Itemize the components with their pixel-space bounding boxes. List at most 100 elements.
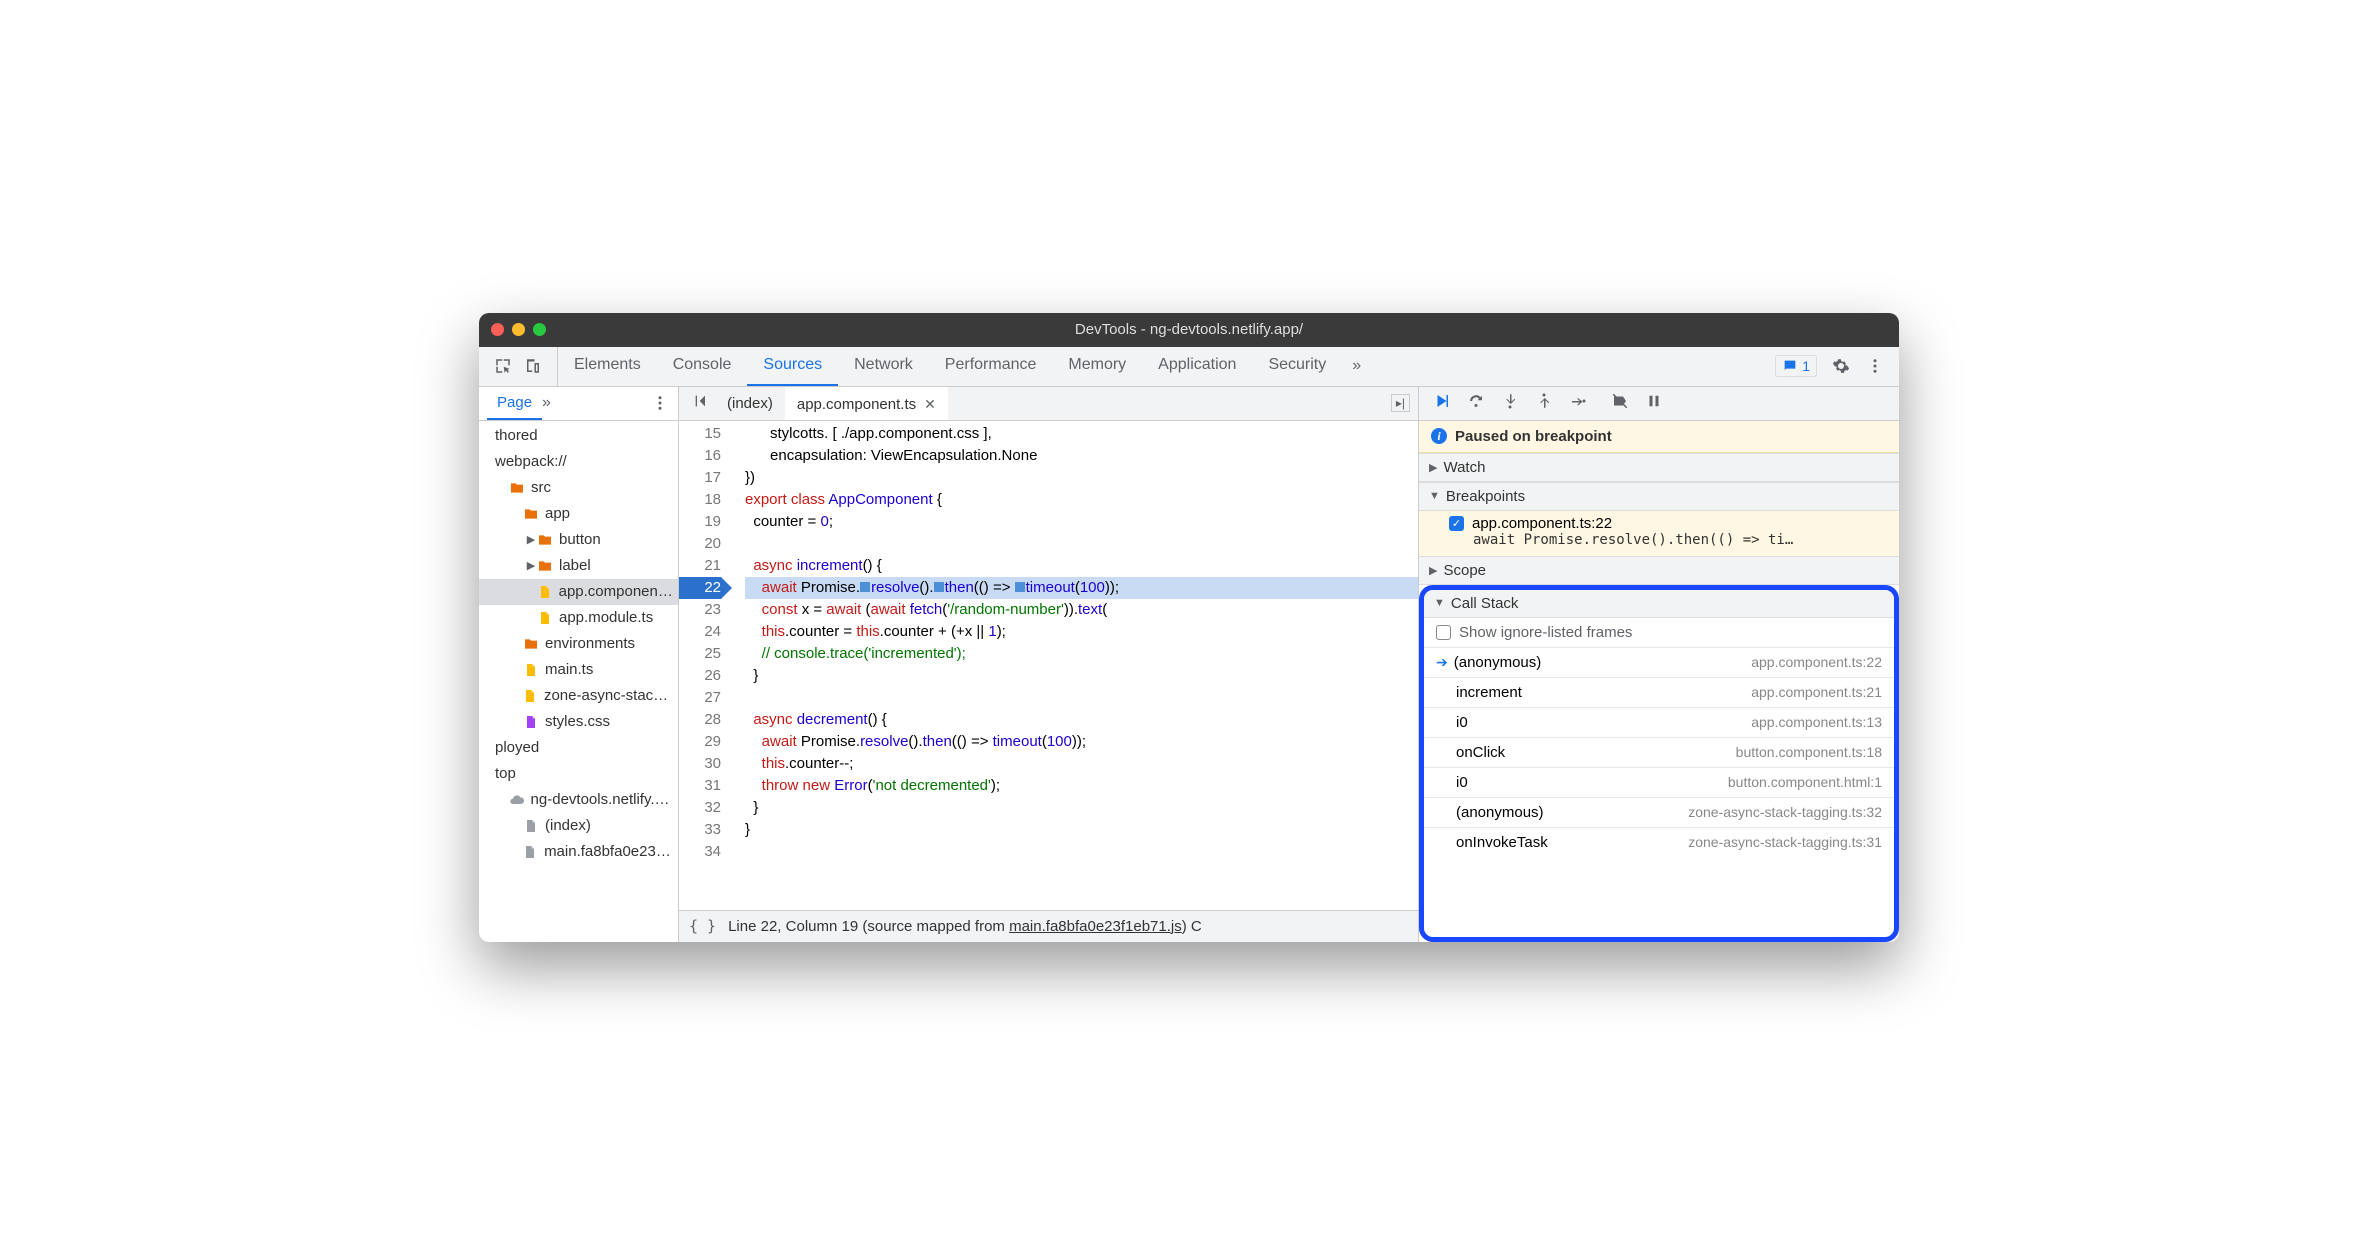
status-text: (source mapped from (862, 918, 1009, 935)
tree-item[interactable]: app.module.ts (479, 605, 678, 631)
paused-banner: i Paused on breakpoint (1419, 421, 1899, 453)
callstack-frame[interactable]: onInvokeTaskzone-async-stack-tagging.ts:… (1424, 827, 1894, 857)
issues-badge[interactable]: 1 (1775, 355, 1817, 377)
sidebar-tabs-overflow-icon[interactable]: » (542, 394, 551, 412)
tree-item[interactable]: ployed (479, 735, 678, 761)
debugger-toolbar (1419, 387, 1899, 421)
tree-item[interactable]: app.component.ts (479, 579, 678, 605)
folder-icon (537, 532, 553, 548)
step-icon[interactable] (1569, 392, 1587, 414)
folder-icon (523, 506, 539, 522)
scope-panel-header[interactable]: ▶Scope (1419, 556, 1899, 585)
callstack-frame[interactable]: ➔(anonymous)app.component.ts:22 (1424, 647, 1894, 677)
callstack-frame[interactable]: (anonymous)zone-async-stack-tagging.ts:3… (1424, 797, 1894, 827)
callstack-frame[interactable]: i0button.component.html:1 (1424, 767, 1894, 797)
main-tab-sources[interactable]: Sources (747, 347, 838, 386)
debugger-pane: i Paused on breakpoint ▶Watch ▼Breakpoin… (1419, 387, 1899, 942)
tree-item[interactable]: styles.css (479, 709, 678, 735)
folder-icon (523, 636, 539, 652)
breakpoint-item[interactable]: ✓ app.component.ts:22 await Promise.reso… (1419, 511, 1899, 556)
callstack-highlight-box: ▼Call Stack Show ignore-listed frames ➔(… (1419, 585, 1899, 942)
file-icon (523, 818, 539, 834)
callstack-frame[interactable]: incrementapp.component.ts:21 (1424, 677, 1894, 707)
main-tab-console[interactable]: Console (657, 347, 748, 386)
folder-icon (537, 558, 553, 574)
show-ignore-listed-option[interactable]: Show ignore-listed frames (1424, 618, 1894, 647)
issues-icon (1782, 358, 1798, 374)
file-icon (537, 584, 553, 600)
nav-back-icon[interactable] (687, 393, 715, 414)
device-toggle-icon[interactable] (523, 356, 543, 376)
callstack-frame[interactable]: onClickbutton.component.ts:18 (1424, 737, 1894, 767)
current-frame-icon: ➔ (1436, 654, 1448, 671)
tree-item[interactable]: ng-devtools.netlify.app (479, 787, 678, 813)
file-icon (522, 688, 538, 704)
tree-item[interactable]: ▶button (479, 527, 678, 553)
tree-item[interactable]: thored (479, 423, 678, 449)
folder-icon (509, 480, 525, 496)
callstack-frame[interactable]: i0app.component.ts:13 (1424, 707, 1894, 737)
tree-item[interactable]: top (479, 761, 678, 787)
file-icon (537, 610, 553, 626)
more-icon[interactable] (1865, 356, 1885, 376)
devtools-window: DevTools - ng-devtools.netlify.app/ Elem… (479, 313, 1899, 942)
tree-item[interactable]: (index) (479, 813, 678, 839)
tree-item[interactable]: zone-async-stack-tag (479, 683, 678, 709)
main-tab-application[interactable]: Application (1142, 347, 1252, 386)
maximize-window-button[interactable] (533, 323, 546, 336)
tree-item[interactable]: app (479, 501, 678, 527)
titlebar: DevTools - ng-devtools.netlify.app/ (479, 313, 1899, 347)
pause-exceptions-icon[interactable] (1645, 392, 1663, 414)
editor-tab-label: app.component.ts (797, 396, 916, 413)
tree-item[interactable]: webpack:// (479, 449, 678, 475)
inspect-element-icon[interactable] (493, 356, 513, 376)
editor-tab-label: (index) (727, 395, 773, 412)
pretty-print-icon[interactable]: { } (689, 917, 716, 935)
file-icon (523, 714, 539, 730)
tree-item[interactable]: ▶label (479, 553, 678, 579)
main-tab-elements[interactable]: Elements (558, 347, 657, 386)
sidebar-more-icon[interactable] (650, 393, 670, 413)
show-ignore-listed-checkbox[interactable] (1436, 625, 1451, 640)
tree-item[interactable]: environments (479, 631, 678, 657)
main-tab-security[interactable]: Security (1252, 347, 1342, 386)
close-tab-icon[interactable]: ✕ (924, 396, 936, 413)
breakpoint-location: app.component.ts:22 (1472, 515, 1612, 532)
editor-tab-index[interactable]: (index) (715, 387, 785, 420)
minimize-window-button[interactable] (512, 323, 525, 336)
editor-status-bar: { } Line 22, Column 19 (source mapped fr… (679, 910, 1418, 942)
tabs-overflow-icon[interactable]: » (1342, 357, 1371, 375)
info-icon: i (1431, 428, 1447, 444)
breakpoint-checkbox[interactable]: ✓ (1449, 516, 1464, 531)
close-window-button[interactable] (491, 323, 504, 336)
step-into-icon[interactable] (1501, 392, 1519, 414)
main-tab-memory[interactable]: Memory (1052, 347, 1142, 386)
step-out-icon[interactable] (1535, 392, 1553, 414)
deactivate-breakpoints-icon[interactable] (1611, 392, 1629, 414)
watch-panel-header[interactable]: ▶Watch (1419, 453, 1899, 482)
main-tabs-row: ElementsConsoleSourcesNetworkPerformance… (479, 347, 1899, 387)
file-icon (522, 844, 538, 860)
callstack-panel-header[interactable]: ▼Call Stack (1424, 590, 1894, 618)
sidebar-tab-page[interactable]: Page (487, 387, 542, 420)
sourcemap-link[interactable]: main.fa8bfa0e23f1eb71.js (1009, 918, 1182, 935)
main-tab-performance[interactable]: Performance (929, 347, 1053, 386)
step-over-icon[interactable] (1467, 392, 1485, 414)
issues-count: 1 (1802, 358, 1810, 374)
callstack-list: ➔(anonymous)app.component.ts:22increment… (1424, 647, 1894, 937)
cursor-position: Line 22, Column 19 (728, 918, 858, 935)
file-icon (523, 662, 539, 678)
main-tab-network[interactable]: Network (838, 347, 929, 386)
editor-pane: (index) app.component.ts ✕ ▸| 1516171819… (679, 387, 1419, 942)
run-snippet-icon[interactable]: ▸| (1391, 394, 1410, 412)
tree-item[interactable]: main.ts (479, 657, 678, 683)
settings-icon[interactable] (1831, 356, 1851, 376)
cloud-icon (509, 792, 525, 808)
editor-tab-appcomponent[interactable]: app.component.ts ✕ (785, 387, 948, 420)
navigator-sidebar: Page » thoredwebpack://srcapp▶button▶lab… (479, 387, 679, 942)
tree-item[interactable]: src (479, 475, 678, 501)
resume-icon[interactable] (1433, 392, 1451, 414)
breakpoints-panel-header[interactable]: ▼Breakpoints (1419, 482, 1899, 511)
tree-item[interactable]: main.fa8bfa0e23f1eb (479, 839, 678, 865)
code-editor[interactable]: 1516171819202122232425262728293031323334… (679, 421, 1418, 910)
